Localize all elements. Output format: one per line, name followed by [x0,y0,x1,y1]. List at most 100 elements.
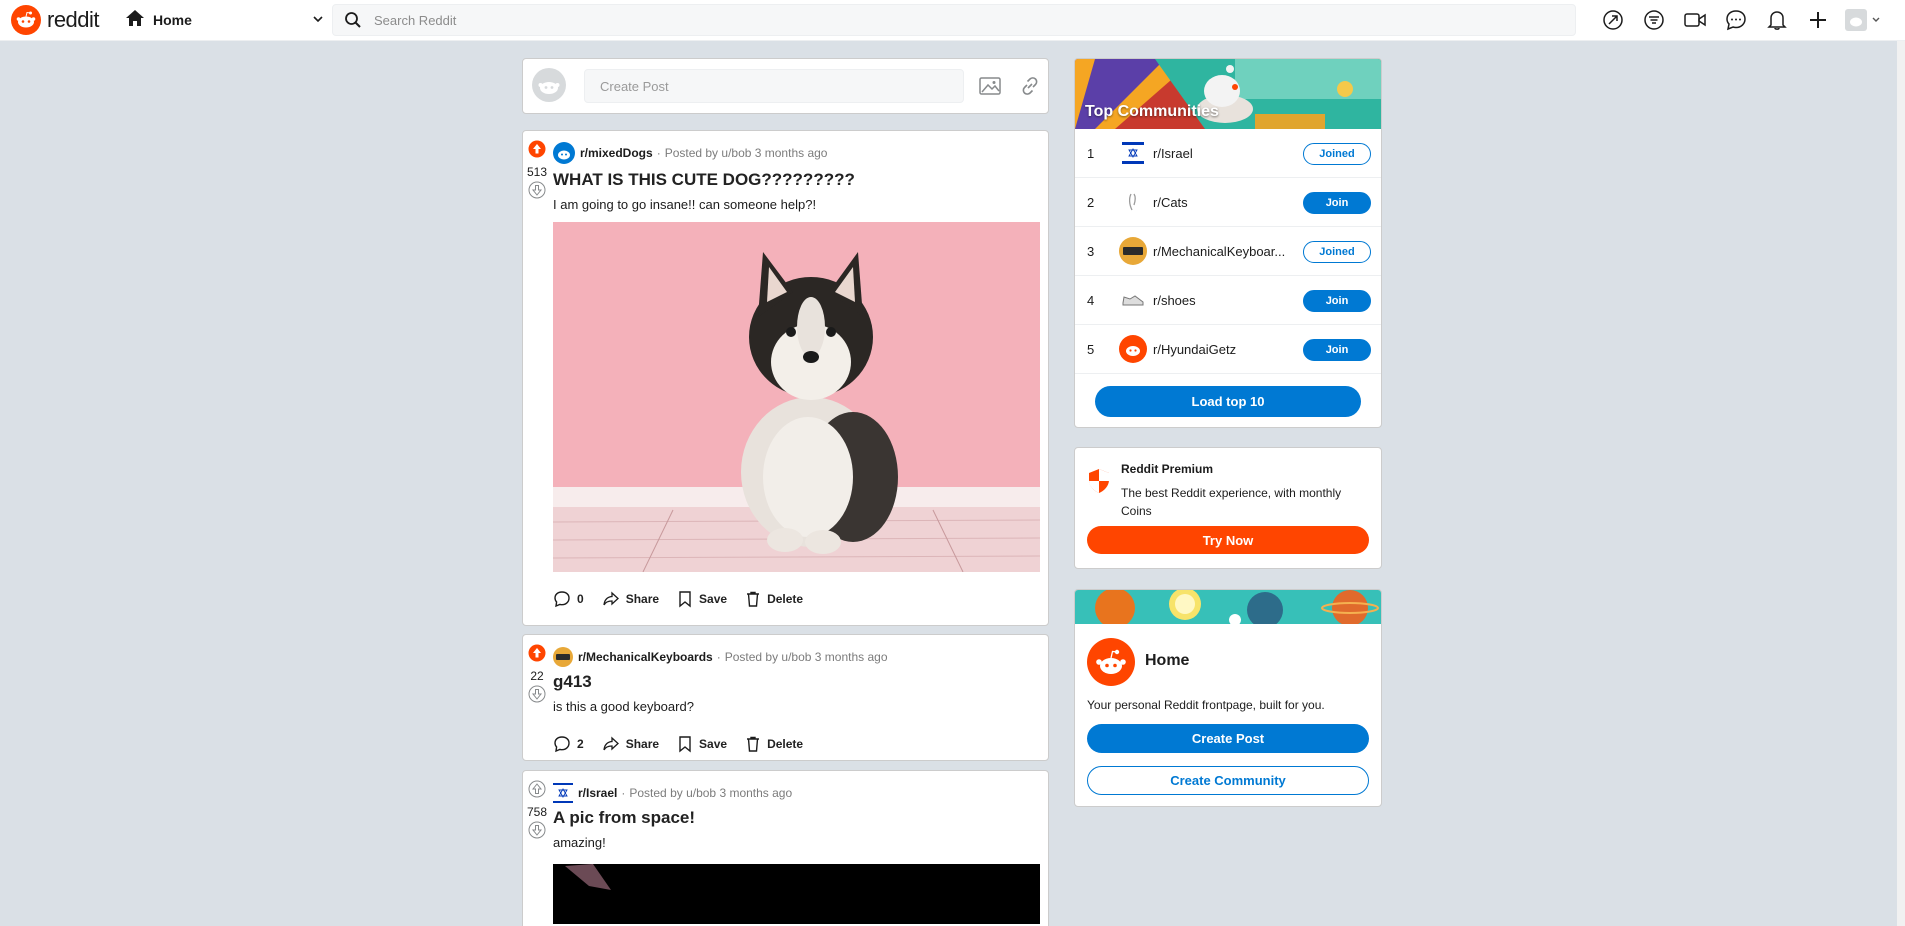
home-snoo-icon [1087,638,1135,686]
create-post-button[interactable]: Create Post [1087,724,1369,753]
home-description: Your personal Reddit frontpage, built fo… [1087,698,1325,712]
post-title[interactable]: WHAT IS THIS CUTE DOG????????? [553,170,1040,190]
post-title[interactable]: A pic from space! [553,808,1040,828]
logo-text: reddit [47,7,100,32]
downvote-button[interactable] [528,685,546,708]
premium-title: Reddit Premium [1121,462,1214,476]
create-community-button[interactable]: Create Community [1087,766,1369,795]
home-title: Home [1145,652,1190,669]
community-row[interactable]: 2 r/Cats Join [1075,178,1381,227]
share-button[interactable]: Share [602,590,659,608]
home-card: Home Your personal Reddit frontpage, bui… [1074,589,1382,807]
delete-button[interactable]: Delete [745,735,803,753]
community-name[interactable]: r/Cats [1153,195,1295,210]
link-icon[interactable] [1019,75,1041,102]
user-avatar[interactable] [532,68,566,102]
share-label: Share [625,737,660,751]
post-image[interactable] [553,222,1040,572]
post-actions: 2 Share Save Delete [553,734,1040,754]
feed-label: Home [153,12,192,28]
post-actions: 0 Share Save Delete [553,589,1040,609]
join-button[interactable]: Join [1303,192,1371,214]
community-name[interactable]: r/shoes [1153,293,1295,308]
load-top-10-button[interactable]: Load top 10 [1095,386,1361,417]
post-card[interactable]: 758 r/Israel · Posted by u/bob 3 months … [522,770,1049,926]
join-button[interactable]: Join [1303,339,1371,361]
community-name[interactable]: r/Israel [1153,146,1295,161]
downvote-button[interactable] [528,181,546,204]
top-header: reddit Home [0,0,1905,41]
downvote-button[interactable] [528,821,546,844]
post-title[interactable]: g413 [553,672,1040,692]
subreddit-link[interactable]: r/Israel [578,786,617,800]
create-post-box [522,58,1049,114]
community-row[interactable]: 4 r/shoes Join [1075,276,1381,325]
upvote-button[interactable] [528,780,546,803]
save-label: Save [699,737,728,751]
delete-button[interactable]: Delete [745,590,803,608]
vote-count: 513 [526,165,548,179]
save-label: Save [699,592,728,606]
post-meta: r/mixedDogs · Posted by u/bob 3 months a… [553,141,1040,165]
save-button[interactable]: Save [677,735,727,753]
home-icon [125,8,145,33]
join-button[interactable]: Join [1303,290,1371,312]
create-post-input[interactable] [584,69,964,103]
post-card[interactable]: 22 r/MechanicalKeyboards · Posted by u/b… [522,634,1049,761]
home-banner [1075,590,1381,624]
user-menu[interactable] [1838,8,1888,32]
search-input[interactable] [374,12,1554,28]
community-rank: 1 [1087,145,1095,161]
post-content: r/MechanicalKeyboards · Posted by u/bob … [553,645,1040,754]
post-byline[interactable]: Posted by u/bob 3 months ago [629,786,792,800]
image-upload-icon[interactable] [978,75,1002,102]
subreddit-link[interactable]: r/mixedDogs [580,146,653,160]
reddit-icon [1119,335,1147,363]
premium-description: The best Reddit experience, with monthly… [1121,486,1342,518]
post-meta: r/MechanicalKeyboards · Posted by u/bob … [553,645,1040,669]
top-communities-banner: Top Communities [1075,59,1381,129]
subreddit-link[interactable]: r/MechanicalKeyboards [578,650,713,664]
share-button[interactable]: Share [602,735,659,753]
comment-count: 2 [577,737,584,751]
community-row[interactable]: 3 r/MechanicalKeyboar... Joined [1075,227,1381,276]
filter-icon[interactable] [1633,8,1674,32]
community-name[interactable]: r/HyundaiGetz [1153,342,1295,357]
video-icon[interactable] [1674,8,1715,32]
israel-flag-icon[interactable] [553,783,573,803]
trash-icon [747,736,760,752]
post-byline[interactable]: Posted by u/bob 3 months ago [665,146,828,160]
plus-icon[interactable] [1797,8,1838,32]
post-byline[interactable]: Posted by u/bob 3 months ago [725,650,888,664]
post-card[interactable]: 513 r/mixedDogs · Posted by u/bob 3 mont… [522,130,1049,626]
post-image[interactable] [553,864,1040,924]
share-icon [603,591,619,606]
notification-icon[interactable] [1756,8,1797,32]
feed-dropdown[interactable]: Home [125,6,325,34]
upvote-button[interactable] [528,644,546,667]
community-rank: 5 [1087,341,1095,357]
search-bar[interactable] [332,4,1576,36]
community-name[interactable]: r/MechanicalKeyboar... [1153,244,1295,259]
try-now-button[interactable]: Try Now [1087,526,1369,554]
subreddit-icon[interactable] [553,647,573,667]
chat-icon[interactable] [1715,8,1756,32]
save-button[interactable]: Save [677,590,727,608]
subreddit-icon[interactable] [553,142,575,164]
community-rank: 4 [1087,292,1095,308]
post-meta: r/Israel · Posted by u/bob 3 months ago [553,781,1040,805]
snoo-icon [11,5,41,35]
bookmark-icon [679,736,691,753]
popular-icon[interactable] [1592,8,1633,32]
community-row[interactable]: 5 r/HyundaiGetz Join [1075,325,1381,374]
page-scrollbar[interactable] [1897,41,1905,926]
comments-button[interactable]: 0 [553,590,584,608]
joined-button[interactable]: Joined [1303,143,1371,165]
reddit-logo[interactable]: reddit [11,5,100,35]
delete-label: Delete [767,592,804,606]
community-rank: 3 [1087,243,1095,259]
community-row[interactable]: 1 r/Israel Joined [1075,129,1381,178]
upvote-button[interactable] [528,140,546,163]
joined-button[interactable]: Joined [1303,241,1371,263]
comments-button[interactable]: 2 [553,735,584,753]
